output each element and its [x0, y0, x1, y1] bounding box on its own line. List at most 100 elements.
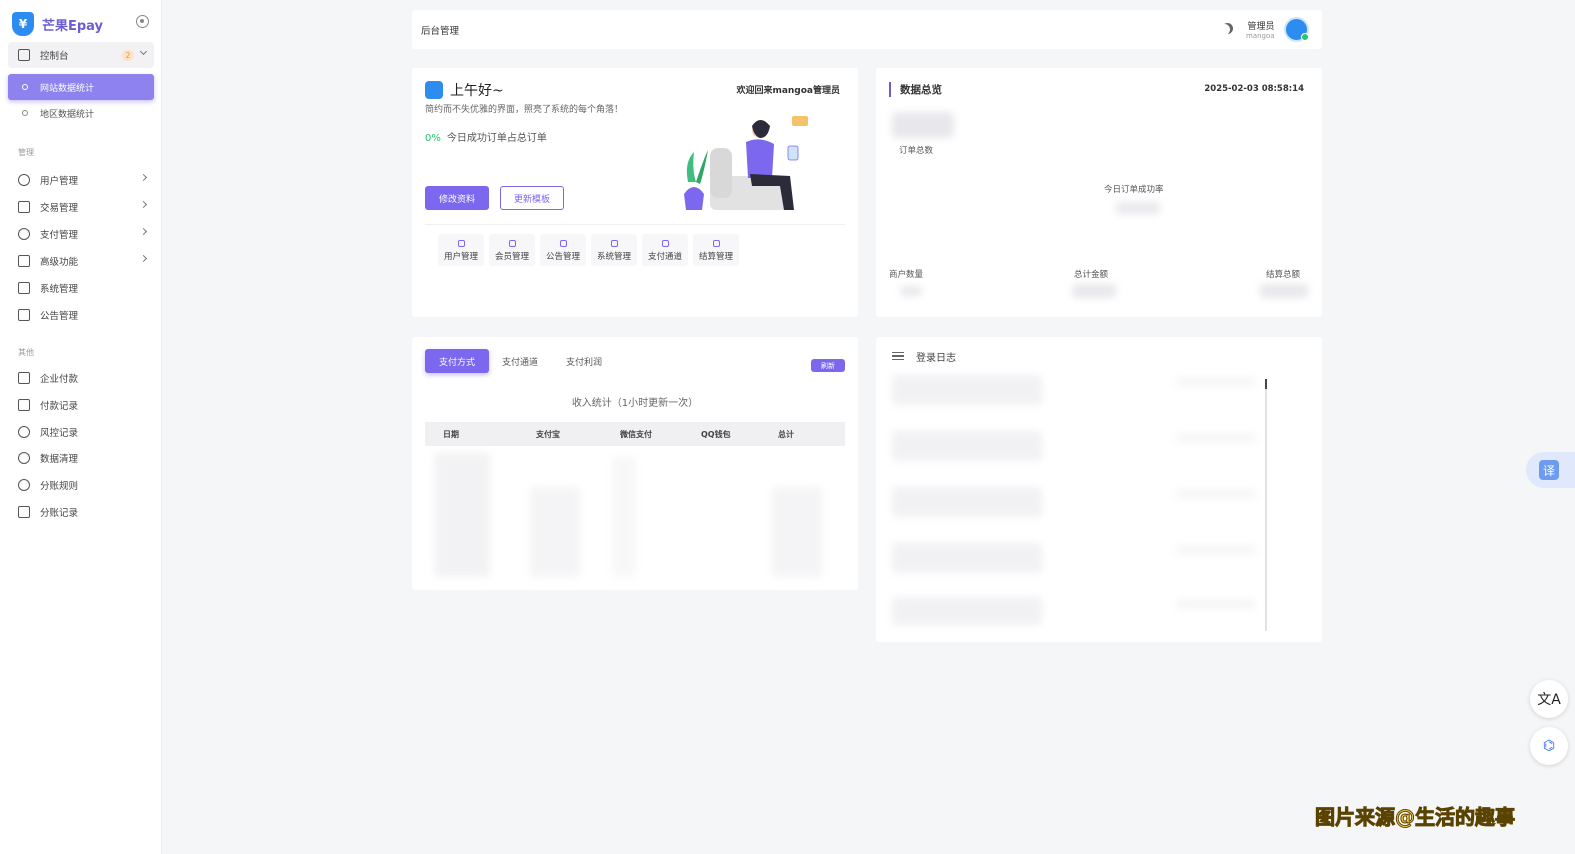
sidebar-item-split-records[interactable]: 分账记录: [8, 498, 154, 525]
list-icon: [892, 352, 904, 360]
dashboard-group: 控制台 2 网站数据统计 地区数据统计: [8, 42, 154, 126]
sidebar-item-label: 高级功能: [40, 256, 79, 268]
manage-group: 用户管理 交易管理 支付管理 高级功能 系统管理 公告管理: [8, 166, 154, 328]
sidebar-item-label: 支付管理: [40, 229, 79, 241]
sidebar-item-system[interactable]: 系统管理: [8, 274, 154, 301]
circle-icon: [22, 84, 28, 90]
sidebar-item-advanced[interactable]: 高级功能: [8, 247, 154, 274]
sidebar-item-label: 分账规则: [40, 481, 79, 493]
quick-link-label: 用户管理: [443, 252, 478, 262]
section-label-other: 其他: [18, 348, 34, 357]
chevron-down-icon: [139, 47, 148, 56]
quick-link-channels[interactable]: 支付通道: [642, 234, 688, 266]
quick-link-label: 结算管理: [698, 252, 733, 262]
grid-icon: [610, 240, 618, 247]
log-entry-time: [1176, 489, 1256, 499]
merchants-label: 商户数量: [889, 270, 924, 280]
section-label-manage: 管理: [18, 148, 34, 157]
update-template-button[interactable]: 更新模板: [500, 186, 564, 210]
log-entry: [892, 431, 1042, 461]
quick-link-users[interactable]: 用户管理: [438, 234, 484, 266]
log-entry-time: [1176, 599, 1256, 609]
quick-link-notices[interactable]: 公告管理: [540, 234, 586, 266]
network-icon: ⌬: [1542, 738, 1556, 754]
sidebar-item-label: 企业付款: [40, 374, 79, 386]
refresh-button[interactable]: 刷新: [811, 359, 845, 372]
welcome-subtitle: 简约而不失优雅的界面，照亮了系统的每个角落！: [425, 105, 624, 115]
log-entry-time: [1176, 545, 1256, 555]
admin-info[interactable]: 管理员 mangoa: [1246, 19, 1275, 40]
quick-link-members[interactable]: 会员管理: [489, 234, 535, 266]
edit-icon: [18, 200, 30, 213]
grid-icon: [18, 254, 30, 267]
users-icon: [18, 173, 30, 186]
sidebar-item-risk-records[interactable]: 风控记录: [8, 418, 154, 445]
sidebar-item-users[interactable]: 用户管理: [8, 166, 154, 193]
home-icon: [18, 49, 30, 61]
grid-icon: [18, 281, 30, 294]
sidebar-item-notices[interactable]: 公告管理: [8, 301, 154, 328]
logo-icon: [425, 81, 443, 99]
welcome-back-text: 欢迎回来mangoa管理员: [736, 86, 840, 96]
income-table-rows: [434, 453, 490, 577]
merchants-value: [900, 286, 922, 296]
sidebar-subitem-site-stats[interactable]: 网站数据统计: [8, 74, 154, 100]
edit-profile-button[interactable]: 修改资料: [425, 186, 489, 210]
quick-link-system[interactable]: 系统管理: [591, 234, 637, 266]
page-title: 后台管理: [421, 25, 460, 37]
brand-name: 芒果Epay: [42, 18, 104, 34]
dashboard-badge: 2: [122, 50, 134, 61]
sidebar-item-data-cleanup[interactable]: 数据清理: [8, 445, 154, 472]
brand[interactable]: ¥ 芒果Epay: [12, 12, 103, 36]
sidebar-item-label: 风控记录: [40, 427, 79, 439]
sidebar-subitem-region-stats[interactable]: 地区数据统计: [8, 100, 154, 126]
translate-float-button[interactable]: 文A: [1530, 680, 1568, 718]
quick-link-label: 公告管理: [545, 252, 580, 262]
quick-link-label: 会员管理: [494, 252, 529, 262]
total-orders-label: 订单总数: [899, 146, 934, 156]
total-amount-value: [1072, 284, 1116, 298]
avatar[interactable]: [1284, 17, 1309, 42]
sidebar-item-label: 交易管理: [40, 202, 79, 214]
sidebar: ¥ 芒果Epay 控制台 2 网站数据统计 地区数据统计 管理 用户管理 交易管…: [0, 0, 162, 854]
settings-icon[interactable]: [136, 15, 149, 28]
sidebar-item-label: 数据清理: [40, 454, 79, 466]
income-stats-card: 支付方式 支付通道 支付利润 刷新 收入统计（1小时更新一次） 日期 支付宝 微…: [412, 337, 858, 590]
login-log-card: 登录日志: [876, 337, 1322, 642]
sidebar-item-dashboard[interactable]: 控制台 2: [8, 42, 154, 68]
success-rate-text: 今日成功订单占总订单: [446, 133, 547, 144]
sidebar-item-split-rules[interactable]: 分账规则: [8, 472, 154, 499]
tab-pay-profit[interactable]: 支付利润: [556, 349, 612, 373]
quick-link-settlement[interactable]: 结算管理: [693, 234, 739, 266]
admin-role: 管理员: [1247, 22, 1275, 32]
sidebar-item-enterprise-pay[interactable]: 企业付款: [8, 365, 154, 392]
translate-tab[interactable]: 译: [1526, 452, 1575, 488]
network-float-button[interactable]: ⌬: [1530, 727, 1568, 765]
tab-pay-channel[interactable]: 支付通道: [492, 349, 548, 373]
success-rate-line: 0% 今日成功订单占总订单: [425, 129, 547, 144]
column-header-qq: QQ钱包: [701, 430, 731, 439]
sidebar-item-label: 付款记录: [40, 401, 79, 413]
settle-total-label: 结算总额: [1266, 270, 1301, 280]
dark-mode-icon[interactable]: [1222, 23, 1233, 34]
sidebar-item-label: 公告管理: [40, 310, 79, 322]
income-table-rows: [530, 487, 580, 577]
sidebar-item-trades[interactable]: 交易管理: [8, 193, 154, 220]
admin-username: mangoa: [1246, 32, 1275, 40]
tab-pay-method[interactable]: 支付方式: [425, 349, 489, 373]
welcome-illustration: [684, 116, 808, 210]
sidebar-subitem-label: 网站数据统计: [40, 83, 95, 94]
aperture-icon: [18, 479, 30, 492]
speaker-icon: [18, 308, 30, 321]
overview-timestamp: 2025-02-03 08:58:14: [1204, 84, 1304, 94]
login-log-scrollbar[interactable]: [1265, 379, 1267, 631]
chevron-right-icon: [139, 173, 148, 182]
sidebar-item-pay-records[interactable]: 付款记录: [8, 392, 154, 419]
success-rate-value: [1116, 202, 1160, 214]
sidebar-item-payments[interactable]: 支付管理: [8, 220, 154, 247]
total-orders-value: [892, 112, 954, 138]
translate-icon: 译: [1539, 460, 1559, 480]
edit-icon: [712, 240, 720, 247]
user-icon: [457, 240, 465, 247]
log-entry-time: [1176, 433, 1256, 443]
